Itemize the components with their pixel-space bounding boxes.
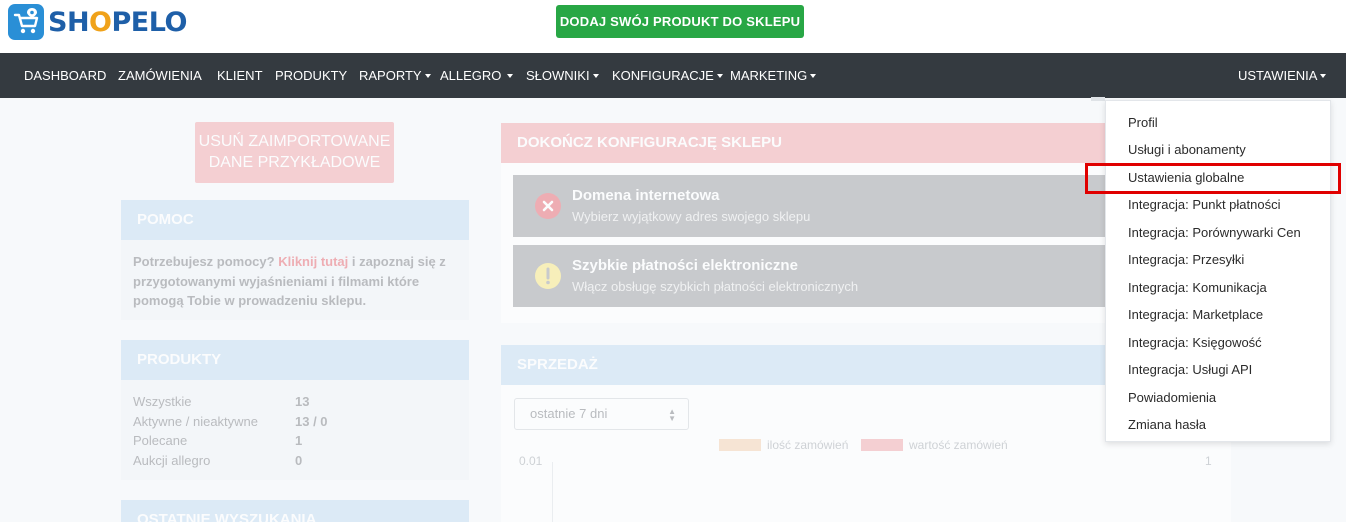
help-text: Potrzebujesz pomocy? Kliknij tutaj i zap… bbox=[133, 252, 463, 311]
nav-configurations[interactable]: KONFIGURACJE bbox=[612, 53, 723, 98]
cart-icon bbox=[8, 4, 44, 40]
select-arrows-icon: ▲ ▼ bbox=[668, 407, 676, 423]
period-select[interactable]: ostatnie 7 dni ▲ ▼ bbox=[514, 398, 689, 430]
remove-sample-data-button[interactable]: USUŃ ZAIMPORTOWANE DANE PRZYKŁADOWE bbox=[195, 122, 394, 183]
legend-orders-value: wartość zamówień bbox=[861, 437, 1008, 453]
period-select-value: ostatnie 7 dni bbox=[530, 406, 608, 421]
help-card-title: POMOC bbox=[121, 200, 469, 240]
menu-item-accounting-integration[interactable]: Integracja: Księgowość bbox=[1128, 335, 1262, 350]
task-payments[interactable]: Szybkie płatności elektroniczne Włącz ob… bbox=[513, 245, 1141, 307]
menu-item-marketplace-integration[interactable]: Integracja: Marketplace bbox=[1128, 307, 1263, 322]
chart-axis bbox=[552, 462, 553, 522]
remove-sample-data-line2: DANE PRZYKŁADOWE bbox=[208, 154, 381, 171]
caret-down-icon bbox=[716, 73, 723, 78]
caret-down-icon bbox=[507, 73, 514, 78]
caret-down-icon bbox=[1320, 73, 1327, 78]
top-header: SHOPELO DODAJ SWÓJ PRODUKT DO SKLEPU bbox=[0, 0, 1346, 53]
caret-down-icon bbox=[810, 73, 817, 78]
y-axis-right-top: 1 bbox=[1205, 454, 1212, 468]
recent-searches-card: OSTATNIE WYSZUKANIA bbox=[121, 500, 469, 522]
stat-value: 1 bbox=[295, 433, 303, 448]
task-title: Domena internetowa bbox=[572, 187, 720, 204]
menu-item-profile[interactable]: Profil bbox=[1128, 115, 1158, 130]
help-link[interactable]: Kliknij tutaj bbox=[278, 254, 348, 269]
caret-down-icon bbox=[592, 73, 599, 78]
nav-dictionaries[interactable]: SŁOWNIKI bbox=[526, 53, 599, 98]
stat-value: 13 / 0 bbox=[295, 414, 328, 429]
nav-marketing[interactable]: MARKETING bbox=[730, 53, 817, 98]
menu-item-price-comparison-integration[interactable]: Integracja: Porównywarki Cen bbox=[1128, 225, 1301, 240]
menu-item-api-integration[interactable]: Integracja: Usługi API bbox=[1128, 362, 1252, 377]
legend-swatch bbox=[861, 438, 903, 451]
task-title: Szybkie płatności elektroniczne bbox=[572, 257, 798, 274]
menu-item-communication-integration[interactable]: Integracja: Komunikacja bbox=[1128, 280, 1267, 295]
logo-text: SHOPELO bbox=[48, 6, 187, 38]
legend-orders-count: ilość zamówień bbox=[719, 437, 848, 453]
stat-label: Polecane bbox=[133, 433, 188, 448]
config-card-title: DOKOŃCZ KONFIGURACJĘ SKLEPU bbox=[501, 123, 1141, 163]
caret-down-icon bbox=[424, 73, 431, 78]
stat-value: 0 bbox=[295, 453, 303, 468]
menu-item-notifications[interactable]: Powiadomienia bbox=[1128, 390, 1216, 405]
highlight-annotation-box bbox=[1085, 163, 1341, 194]
stat-label: Aktywne / nieaktywne bbox=[133, 414, 259, 429]
stat-value: 13 bbox=[295, 394, 310, 409]
stat-label: Aukcji allegro bbox=[133, 453, 211, 468]
nav-settings[interactable]: USTAWIENIA bbox=[1238, 53, 1327, 98]
nav-orders[interactable]: ZAMÓWIENIA bbox=[118, 53, 202, 98]
stat-label: Wszystkie bbox=[133, 394, 192, 409]
menu-item-change-password[interactable]: Zmiana hasła bbox=[1128, 417, 1206, 432]
nav-dashboard[interactable]: DASHBOARD bbox=[24, 53, 106, 98]
shopelo-logo[interactable]: SHOPELO bbox=[8, 4, 187, 40]
nav-customer[interactable]: KLIENT bbox=[217, 53, 263, 98]
menu-item-shipping-integration[interactable]: Integracja: Przesyłki bbox=[1128, 252, 1244, 267]
main-navbar: DASHBOARD ZAMÓWIENIA KLIENT PRODUKTY RAP… bbox=[0, 53, 1346, 98]
task-domain[interactable]: Domena internetowa Wybierz wyjątkowy adr… bbox=[513, 175, 1141, 237]
nav-reports[interactable]: RAPORTY bbox=[359, 53, 431, 98]
task-subtitle: Wybierz wyjątkowy adres swojego sklepu bbox=[572, 209, 811, 224]
error-circle-icon bbox=[535, 193, 561, 219]
nav-products[interactable]: PRODUKTY bbox=[275, 53, 347, 98]
task-subtitle: Włącz obsługę szybkich płatności elektro… bbox=[572, 279, 859, 294]
products-card-title: PRODUKTY bbox=[121, 340, 469, 380]
nav-allegro[interactable]: ALLEGRO bbox=[440, 53, 514, 98]
add-product-button[interactable]: DODAJ SWÓJ PRODUKT DO SKLEPU bbox=[556, 5, 804, 38]
recent-searches-title: OSTATNIE WYSZUKANIA bbox=[121, 500, 469, 522]
menu-item-payment-integration[interactable]: Integracja: Punkt płatności bbox=[1128, 197, 1280, 212]
remove-sample-data-line1: USUŃ ZAIMPORTOWANE bbox=[198, 133, 391, 150]
warning-circle-icon bbox=[535, 263, 561, 289]
help-text-before: Potrzebujesz pomocy? bbox=[133, 254, 275, 269]
legend-swatch bbox=[719, 438, 761, 451]
menu-item-services[interactable]: Usługi i abonamenty bbox=[1128, 142, 1246, 157]
y-axis-left-top: 0.01 bbox=[519, 454, 543, 468]
dropdown-notch bbox=[1091, 97, 1105, 101]
